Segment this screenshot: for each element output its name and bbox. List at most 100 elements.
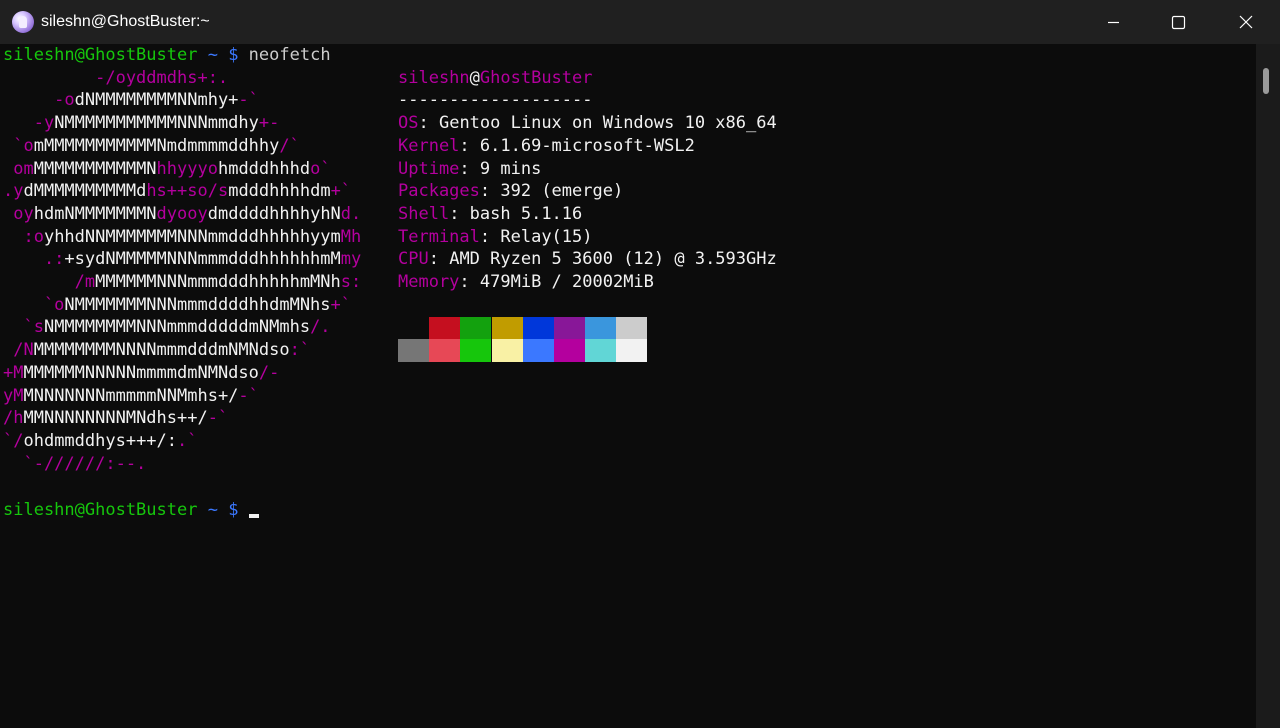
color-swatch [429, 317, 461, 340]
info-key: Packages [398, 181, 480, 202]
logo-segment: MMMMMMNNNmmmdddhhhhhmMNh [95, 272, 341, 292]
logo-segment: /- [258, 362, 280, 383]
logo-segment: ohdmmddhys+++/: [23, 430, 178, 451]
prompt-symbol: $ [228, 45, 239, 65]
info-value: 479MiB / 20002MiB [479, 272, 654, 292]
info-value: 9 mins [479, 158, 542, 179]
logo-segment: -` [207, 408, 229, 429]
logo-segment: /m [3, 272, 96, 292]
logo-segment: MNNNNNNNmmmmmNNMmhs+/ [23, 385, 239, 406]
info-field-shell: Shell: bash 5.1.16 [398, 203, 583, 224]
info-field-uptime: Uptime: 9 mins [398, 158, 542, 179]
terminal-output[interactable]: sileshn@GhostBuster ~ $ neofetch -/oyddm… [0, 44, 1256, 728]
color-swatch [460, 317, 492, 340]
logo-segment: +` [330, 294, 352, 315]
logo-line: /hMMNNNNNNNNMNdhs++/-` [3, 407, 228, 429]
logo-segment: `/ [3, 430, 24, 451]
logo-segment: `o [3, 135, 34, 156]
logo-segment: MMMMMMMMNNNNmmmdddmNMNdso [33, 340, 290, 361]
color-swatch [616, 339, 648, 362]
logo-segment: hs++so/s [146, 181, 229, 202]
logo-segment: dyooy [156, 203, 208, 224]
logo-segment: MMMMMMMMMMMN [33, 158, 157, 179]
scrollbar-thumb[interactable] [1263, 68, 1269, 94]
info-field-packages: Packages: 392 (emerge) [398, 181, 624, 202]
logo-segment: +- [258, 113, 280, 134]
info-field-cpu: CPU: AMD Ryzen 5 3600 (12) @ 3.593GHz [398, 249, 777, 270]
info-key: Memory [398, 272, 460, 292]
info-field-memory: Memory: 479MiB / 20002MiB [398, 272, 654, 292]
info-key: Uptime [398, 158, 460, 179]
logo-segment: /` [279, 135, 300, 156]
terminal-app-icon[interactable] [12, 11, 34, 33]
logo-segment: dMMMMMMMMMMd [23, 181, 147, 202]
logo-segment: +` [330, 181, 352, 202]
info-value: bash 5.1.16 [469, 203, 583, 224]
logo-segment: d. [340, 203, 362, 224]
color-swatch [554, 339, 585, 362]
logo-segment: /N [3, 340, 34, 361]
logo-line: /mMMMMMMNNNmmmdddhhhhhmMNhs: [3, 271, 362, 293]
logo-line: `oNMMMMMMMNNNmmmddddhhdmMNhs+` [3, 294, 351, 316]
logo-line: :oyhhdNNMMMMMMMNNNmmdddhhhhhyymMh [3, 226, 361, 248]
color-swatch [554, 317, 585, 340]
logo-segment: /h [3, 408, 24, 429]
info-field-terminal: Terminal: Relay(15) [398, 226, 593, 247]
color-swatch [522, 339, 554, 362]
logo-line: omMMMMMMMMMMMNhhyyyohmdddhhhdo` [3, 158, 331, 180]
info-key: Terminal [398, 226, 480, 247]
prompt-symbol: $ [228, 500, 239, 520]
logo-segment: :` [289, 340, 311, 361]
prompt-line: sileshn@GhostBuster ~ $ neofetch [3, 44, 331, 66]
logo-segment: .` [177, 430, 198, 451]
logo-line: `/ohdmmddhys+++/:.` [3, 430, 198, 452]
maximize-button[interactable] [1146, 0, 1212, 44]
info-value: Gentoo Linux on Windows 10 x86_64 [438, 113, 777, 134]
logo-segment: yhhdNNMMMMMMMNNNmmdddhhhhhyym [43, 226, 341, 247]
prompt-user-host: sileshn@GhostBuster [3, 500, 198, 520]
minimize-button[interactable] [1080, 0, 1146, 44]
logo-segment: o` [310, 158, 331, 179]
logo-segment: -` [238, 385, 259, 406]
info-user: sileshn [398, 67, 470, 88]
info-key: Shell [398, 203, 450, 224]
command-text: neofetch [238, 45, 331, 65]
logo-line: yMMNNNNNNNmmmmmNNMmhs+/-` [3, 385, 259, 407]
logo-line: -yNMMMMMMMMMMMNNNmmdhy+- [3, 112, 280, 134]
logo-line: -odNMMMMMMMMNNmhy+-` [3, 89, 259, 111]
logo-segment: om [3, 158, 34, 179]
prompt-line-current: sileshn@GhostBuster ~ $ [3, 499, 259, 521]
info-separator: ------------------- [398, 90, 593, 111]
logo-segment: hmdddhhhd [217, 158, 311, 179]
logo-segment: .y [3, 181, 24, 202]
logo-segment: `s [3, 317, 44, 338]
logo-segment: MMNNNNNNNNMNdhs++/ [23, 408, 208, 429]
logo-segment: dNMMMMMMMMNNmhy+ [74, 90, 239, 111]
vertical-scrollbar[interactable] [1256, 44, 1280, 728]
logo-line: `omMMMMMMMMMMMNmdmmmmddhhy/` [3, 135, 300, 157]
logo-segment: -` [238, 90, 259, 111]
color-swatch [585, 317, 617, 340]
logo-line: /NMMMMMMMMNNNNmmmdddmNMNdso:` [3, 339, 310, 361]
logo-segment: `o [3, 294, 65, 315]
logo-segment: `-//////:--. [3, 453, 147, 474]
logo-segment: NMMMMMMMMMMMNNNmmdhy [54, 113, 259, 134]
logo-line: +MMMMMMMNNNNNmmmmdmNMNdso/- [3, 362, 279, 384]
info-header: sileshn@GhostBuster [398, 67, 593, 89]
logo-line: .ydMMMMMMMMMMdhs++so/smdddhhhhdm+` [3, 180, 351, 202]
color-swatch [398, 317, 429, 340]
info-at: @ [469, 67, 480, 88]
close-button[interactable] [1212, 0, 1278, 44]
prompt-path: ~ [197, 45, 229, 65]
title-bar[interactable]: sileshn@GhostBuster:~ [0, 0, 1280, 44]
logo-segment: +sydNMMMMMNNNmmmdddhhhhhhmM [64, 249, 341, 270]
logo-line: oyhdmNMMMMMMMNdyooydmddddhhhhyhNd. [3, 203, 361, 225]
color-swatch [429, 339, 461, 362]
logo-segment: -y [3, 113, 55, 134]
color-swatch [491, 317, 523, 340]
info-field-kernel: Kernel: 6.1.69-microsoft-WSL2 [398, 135, 695, 156]
logo-segment: -/oyddmdhs+:. [3, 67, 229, 88]
logo-segment: mMMMMMMMMMMMNmdmmmmddhhy [33, 135, 280, 156]
logo-segment: mdddhhhhdm [228, 181, 331, 202]
color-swatch [398, 339, 429, 362]
